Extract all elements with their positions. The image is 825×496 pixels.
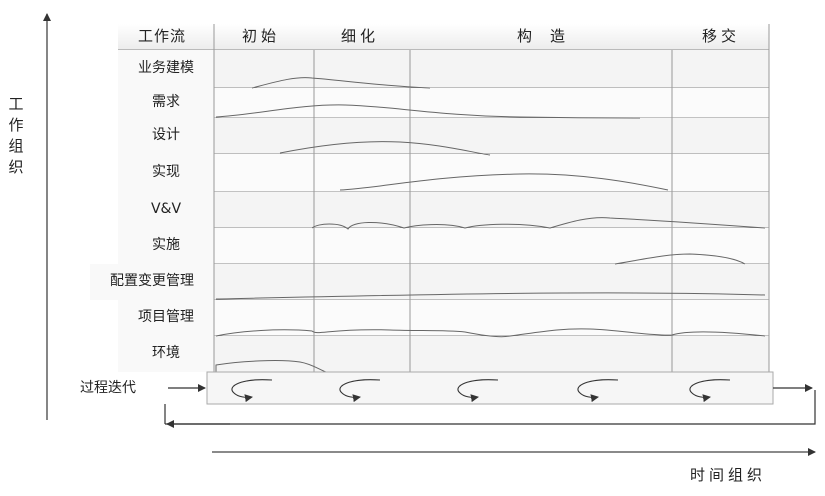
iteration-bar bbox=[206, 371, 774, 405]
phase-elaboration: 细化 bbox=[341, 27, 380, 45]
workflow-label-implementation: 实现 bbox=[152, 164, 180, 180]
workflow-row-requirements bbox=[214, 88, 769, 118]
phase-header-band bbox=[118, 24, 769, 50]
workflow-label-design: 设计 bbox=[152, 127, 180, 143]
rup-diagram: 工作组织 时间组织 工作流 初始 细化 构造 移交 业务建模需求设计实现 V&V 实… bbox=[0, 0, 825, 496]
phase-transition: 移交 bbox=[702, 27, 741, 45]
workflow-row-project-mgmt bbox=[214, 300, 769, 336]
x-axis-label: 时间组织 bbox=[690, 466, 767, 484]
iteration-label: 过程迭代 bbox=[80, 380, 136, 396]
workflow-label-requirements: 需求 bbox=[152, 94, 180, 110]
workflow-label-environment: 环境 bbox=[152, 345, 180, 361]
workflow-row-design bbox=[214, 118, 769, 154]
workflow-header-label: 工作流 bbox=[138, 27, 187, 45]
workflow-label-project-mgmt: 项目管理 bbox=[138, 309, 194, 325]
phase-inception: 初始 bbox=[242, 27, 281, 45]
workflow-label-vv: V&V bbox=[150, 201, 182, 217]
workflow-row-environment bbox=[214, 336, 769, 372]
workflow-row-config-change-mgmt bbox=[214, 264, 769, 300]
workflow-label-config-change-mgmt: 配置变更管理 bbox=[110, 273, 194, 289]
y-axis-label: 工作组织 bbox=[8, 95, 24, 176]
phase-construction: 构造 bbox=[517, 27, 584, 45]
workflow-row-deployment bbox=[214, 228, 769, 264]
workflow-label-deployment: 实施 bbox=[152, 237, 180, 253]
workflow-row-business-modeling bbox=[214, 50, 769, 88]
workflow-row-implementation bbox=[214, 154, 769, 192]
workflow-label-business-modeling: 业务建模 bbox=[138, 60, 194, 76]
